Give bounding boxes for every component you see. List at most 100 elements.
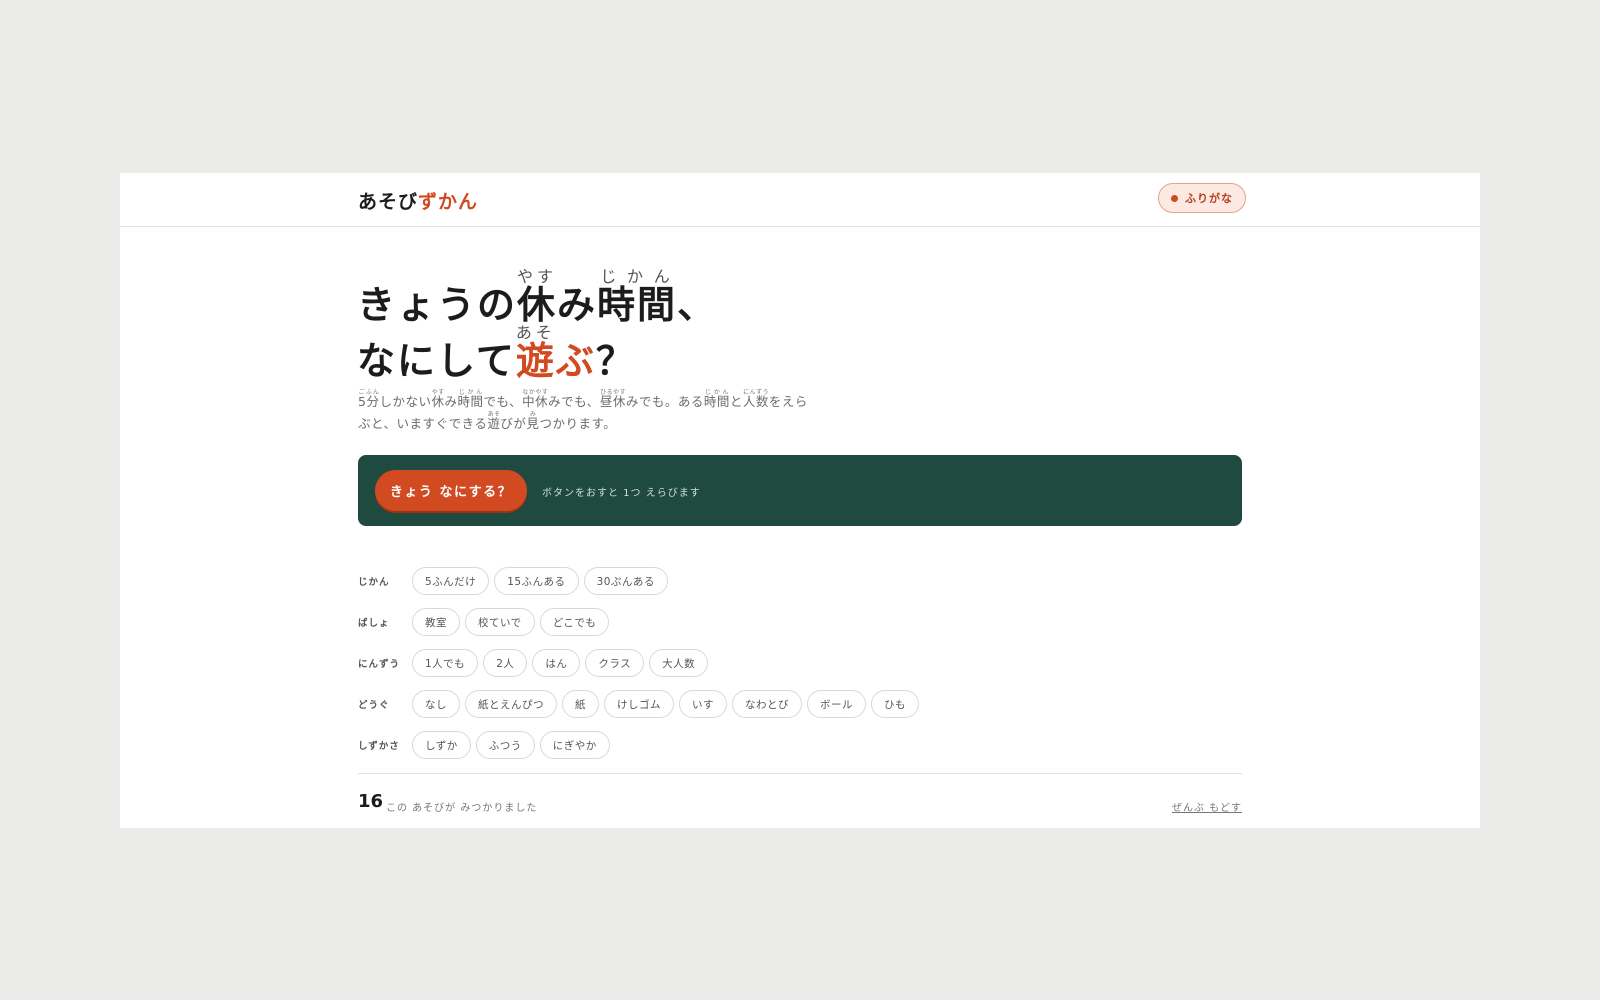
lead-text: しかない [379,394,432,409]
filter-chip[interactable]: 2人 [483,649,528,677]
lead-kanji: 見 [526,416,540,431]
filter-chip[interactable]: ボール [807,690,866,718]
title-text: 、 [677,283,718,327]
title-ruby-jikan: 時間じかん [597,267,678,327]
lead-ruby: 見み [526,411,540,431]
logo[interactable]: あそびずかん [358,187,478,214]
filter-chip[interactable]: 教室 [412,608,460,636]
filter-chip[interactable]: しずか [412,731,471,759]
filter-chip[interactable]: 大人数 [649,649,709,677]
title-ruby-yasu: 休やす [517,267,558,327]
lead-text: み [444,394,458,409]
status-dot-icon [1171,194,1178,202]
lead-text: みでも、 [548,394,600,409]
random-pick-button[interactable]: きょう なにする？ [375,470,527,511]
logo-text-accent: ずかん [418,191,479,213]
title-furigana: あそ [515,323,556,342]
furigana-toggle-label: ふりがな [1185,192,1233,205]
lead-kanji: 昼休 [599,394,626,409]
lead-text: と [729,394,743,409]
title-ruby-aso: 遊あそ [515,323,556,383]
filter-chip[interactable]: 15ふんある [494,567,579,595]
filter-label: しずかさ [358,741,400,752]
lead-furigana: あそ [487,411,501,418]
filter-row: どうぐ なし 紙とえんぴつ紙けしゴム いす なわとび ボール ひも [358,689,924,719]
lead-ruby: 休やす [431,389,445,409]
lead-furigana: ごふん [358,389,380,396]
lead-ruby: 人数にんずう [742,389,769,409]
filter-chip[interactable]: 1人でも [412,649,479,677]
filter-chip[interactable]: ひも [871,690,919,718]
filter-row: しずかさ しずか ふつう にぎやか [358,730,615,760]
header: あそびずかん ふりがな [120,173,1480,227]
lead-furigana: にんずう [742,389,769,396]
filter-label: にんずう [358,659,401,670]
lead-text: つかります。 [539,416,617,431]
title-furigana: やす [517,267,558,286]
app-frame: あそびずかん ふりがな きょうの休やすみ時間じかん、 なにして遊あそぶ？ 5分ごふ… [120,173,1480,828]
lead-ruby: 時間じかん [457,389,484,409]
lead-kanji: 休 [431,394,445,409]
filter-chip[interactable]: にぎやか [539,731,610,759]
logo-text-main: あそび [358,191,419,213]
pick-panel: きょう なにする？ ボタンをおすと 1つ えらびます [358,455,1242,526]
filter-row: じかん 5ふんだけ 15ふんある 30ぷんある [358,566,673,596]
page-title: きょうの休やすみ時間じかん、なにして遊あそぶ？ [357,267,717,389]
title-text: ぶ [555,339,596,383]
lead-furigana: じかん [457,389,484,396]
title-text: なにして [357,339,516,383]
title-kanji: 時間 [597,283,678,327]
filter-chip[interactable]: はん [532,649,581,677]
lead-ruby: 時間じかん [703,389,730,409]
filter-chip[interactable]: 5ふんだけ [412,567,490,595]
title-furigana: じかん [597,267,678,286]
filter-chip[interactable]: けしゴム [604,690,674,718]
panel-hint: ボタンをおすと 1つ えらびます [542,488,701,499]
filter-chip[interactable]: なわとび [732,690,802,718]
filter-row: ばしょ 教室 校ていで どこでも [358,607,614,637]
furigana-toggle-button[interactable]: ふりがな [1158,183,1246,213]
lead-ruby: 昼休ひるやす [599,389,626,409]
result-count-label: この あそびが みつかりました [386,803,538,814]
lead-kanji: 遊 [487,416,501,431]
reset-all-link[interactable]: ぜんぶ もどす [1172,799,1242,814]
title-text: ？ [595,339,636,383]
divider [358,773,1242,774]
lead-ruby: 5分ごふん [358,389,380,409]
lead-text: みでも。ある [625,394,704,409]
lead-furigana: なかやす [522,389,549,396]
filter-chip[interactable]: 紙とえんぴつ [465,690,557,718]
lead-furigana: じかん [703,389,730,396]
filter-row: にんずう 1人でも 2人 はん クラス 大人数 [358,648,713,678]
title-kanji: 遊 [515,339,556,383]
filter-chip[interactable]: なし [412,690,460,718]
filter-chip[interactable]: いす [679,690,727,718]
title-text: きょうの [357,283,518,327]
lead-paragraph: 5分ごふんしかない休やすみ時間じかんでも、中休なかやすみでも、昼休ひるやすみでも… [358,389,808,435]
title-text: み [557,283,598,327]
filter-chip[interactable]: ふつう [475,731,535,759]
lead-furigana: み [526,411,540,418]
lead-text: びが [500,416,527,431]
filter-chip[interactable]: どこでも [539,608,610,636]
lead-text: でも、 [483,394,523,409]
lead-furigana: やす [431,389,445,396]
title-accent: 遊あそぶ [515,323,596,383]
filter-label: じかん [358,577,390,588]
lead-ruby: 中休なかやす [522,389,549,409]
filter-chip[interactable]: クラス [585,649,645,677]
title-kanji: 休 [517,283,558,327]
filter-chip[interactable]: 校ていで [465,608,535,636]
lead-kanji: 時間 [457,394,484,409]
filter-label: どうぐ [358,700,390,711]
lead-kanji: 時間 [703,394,730,409]
lead-kanji: 中休 [522,394,549,409]
result-count: 16 [358,791,384,812]
filter-chip[interactable]: 30ぷんある [583,567,668,595]
filter-label: ばしょ [358,618,390,629]
lead-ruby: 遊あそ [487,411,501,431]
lead-kanji: 人数 [742,394,769,409]
lead-furigana: ひるやす [599,389,626,396]
lead-kanji: 5分 [358,394,380,409]
filter-chip[interactable]: 紙 [562,690,599,718]
